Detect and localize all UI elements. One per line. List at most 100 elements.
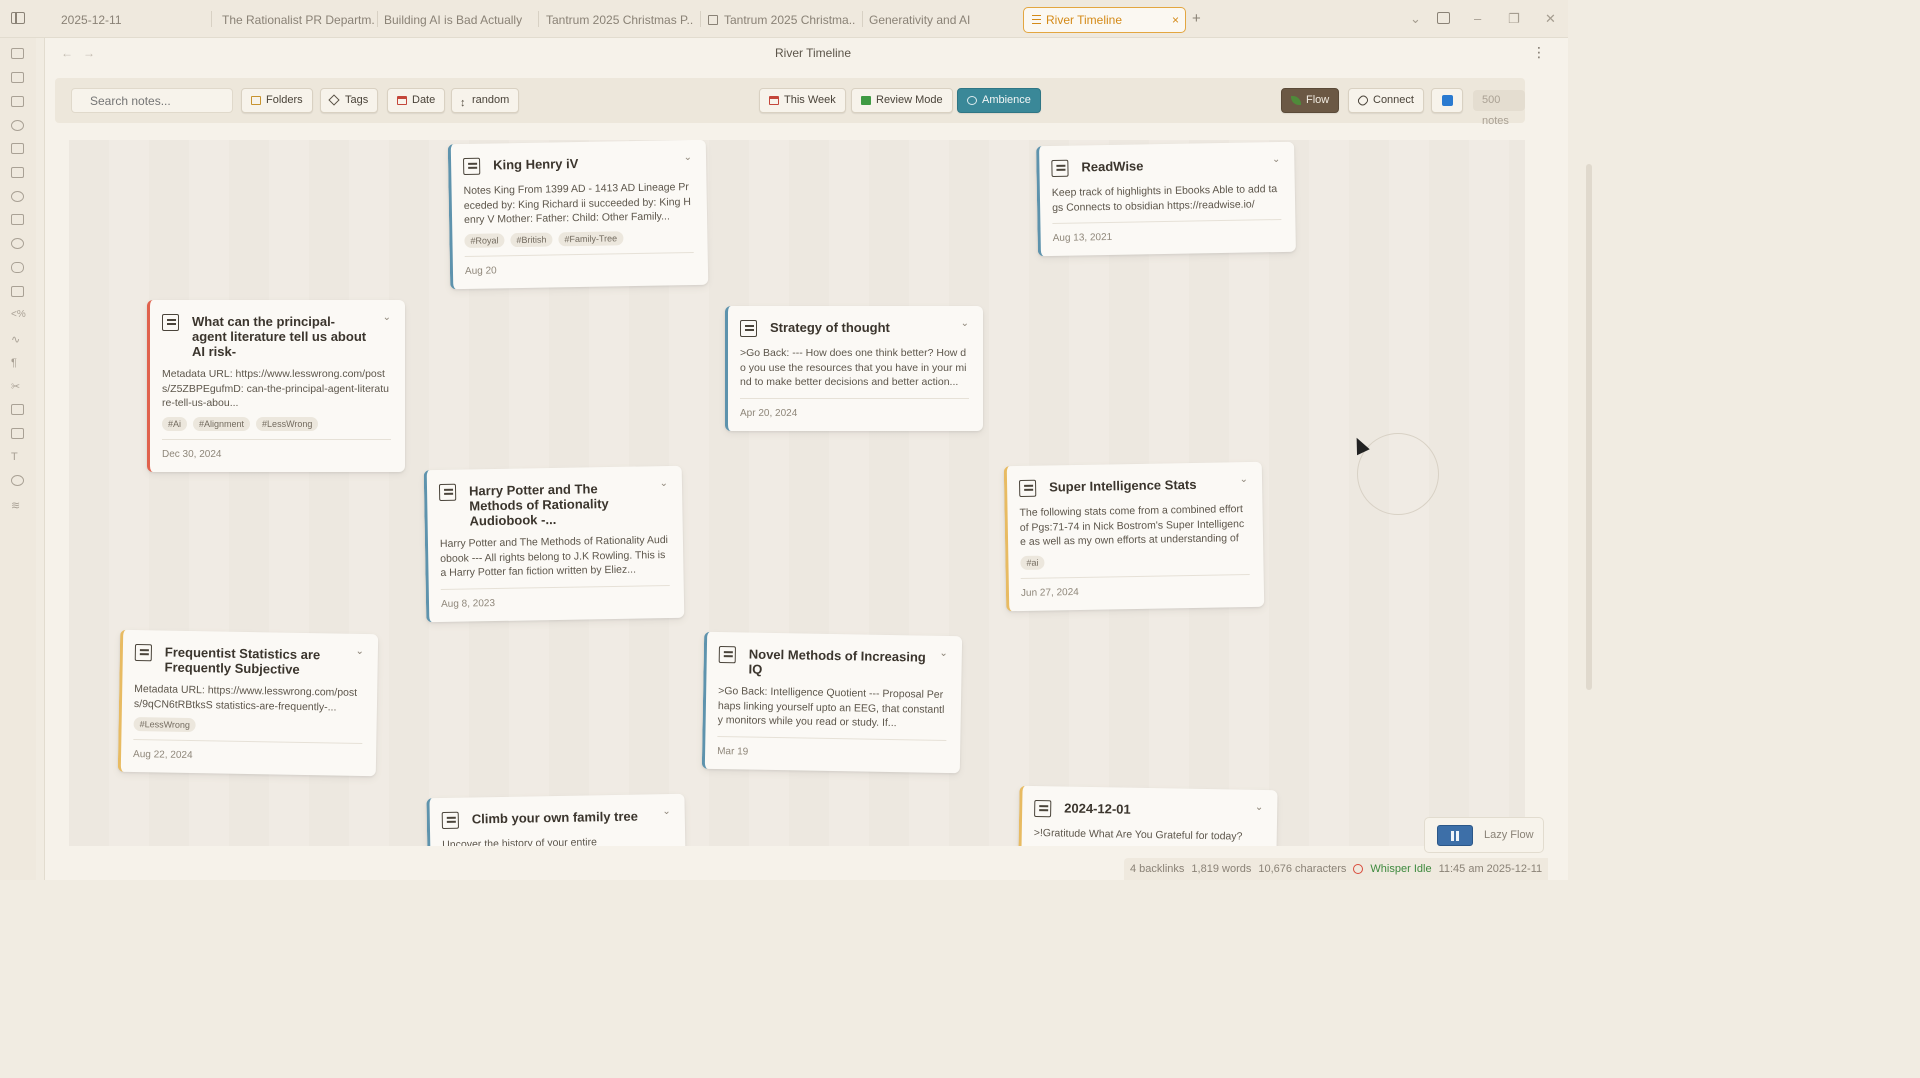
chevron-down-icon[interactable]: ⌄: [1240, 474, 1249, 485]
clock: 11:45 am 2025-12-11: [1438, 863, 1543, 875]
note-card[interactable]: Strategy of thought ⌄ >Go Back: --- How …: [725, 306, 983, 431]
canvas-icon[interactable]: [11, 143, 24, 154]
window-close-icon[interactable]: ✕: [1545, 11, 1556, 27]
note-card[interactable]: Novel Methods of Increasing IQ ⌄ >Go Bac…: [701, 631, 963, 773]
refresh-view-button[interactable]: [1431, 88, 1463, 113]
left-ribbon: <% ∿ ¶ ✂ T ≋: [0, 38, 36, 880]
river-toolbar: Folders Tags Date ↕ random This Week Rev…: [55, 78, 1525, 127]
note-card[interactable]: What can the principal-agent literature …: [147, 300, 405, 472]
pages-icon[interactable]: [11, 167, 24, 178]
tag-chip[interactable]: #LessWrong: [256, 416, 319, 431]
folder-icon: [251, 96, 261, 105]
connect-label: Connect: [1373, 94, 1414, 106]
chevron-down-icon[interactable]: ⌄: [1410, 11, 1421, 27]
random-button[interactable]: ↕ random: [451, 88, 520, 113]
menu-icon[interactable]: ≋: [11, 499, 24, 512]
tab-tantrum-christmas-p[interactable]: Tantrum 2025 Christmas P...: [546, 10, 694, 30]
this-week-button[interactable]: This Week: [759, 88, 846, 113]
pause-icon[interactable]: [1437, 825, 1473, 846]
tag-chip[interactable]: #Alignment: [193, 416, 251, 431]
image-icon[interactable]: [11, 428, 24, 439]
tag-chip[interactable]: #ai: [1020, 555, 1045, 570]
bookmarks-icon[interactable]: [11, 96, 24, 107]
chevron-down-icon[interactable]: ⌄: [961, 318, 969, 329]
record-icon[interactable]: [1353, 864, 1364, 874]
ambience-label: Ambience: [982, 94, 1031, 106]
chevron-down-icon[interactable]: ⌄: [939, 648, 948, 659]
tab-generativity-ai[interactable]: Generativity and AI: [869, 10, 1009, 30]
search-input[interactable]: [71, 88, 233, 113]
plugin-icon[interactable]: [11, 191, 24, 202]
note-card[interactable]: King Henry iV ⌄ Notes King From 1399 AD …: [447, 140, 709, 289]
whisper-status[interactable]: Whisper Idle: [1370, 863, 1431, 875]
character-count: 10,676 characters: [1258, 863, 1347, 875]
scissors-icon[interactable]: ✂: [11, 380, 24, 393]
sidebar-toggle-icon[interactable]: [11, 12, 25, 24]
text-icon[interactable]: T: [11, 451, 24, 463]
tab-separator: [862, 11, 863, 27]
card-excerpt: Keep track of highlights in Ebooks Able …: [1051, 183, 1278, 214]
chevron-down-icon[interactable]: ⌄: [1255, 802, 1264, 813]
note-icon: [134, 644, 153, 662]
note-icon: [441, 811, 459, 829]
more-options-icon[interactable]: ⋮: [1532, 44, 1546, 61]
link-icon: [1356, 93, 1370, 108]
chevron-down-icon[interactable]: ⌄: [1272, 154, 1281, 165]
date-button[interactable]: Date: [387, 88, 446, 113]
tag-chip[interactable]: #Family-Tree: [558, 230, 624, 246]
ambience-button[interactable]: Ambience: [957, 88, 1041, 113]
graph-icon[interactable]: [11, 120, 24, 131]
card-title: Climb your own family tree: [471, 808, 639, 827]
chevron-down-icon[interactable]: ⌄: [383, 312, 391, 323]
backlinks-count[interactable]: 4 backlinks: [1130, 863, 1184, 875]
review-mode-label: Review Mode: [876, 94, 943, 106]
shapes-icon[interactable]: [11, 238, 24, 249]
note-card[interactable]: Harry Potter and The Methods of Rational…: [423, 465, 685, 622]
note-card[interactable]: ReadWise ⌄ Keep track of highlights in E…: [1036, 141, 1296, 257]
note-card[interactable]: Super Intelligence Stats ⌄ The following…: [1003, 461, 1265, 612]
status-bar: 4 backlinks 1,819 words 10,676 character…: [1124, 858, 1549, 880]
note-card[interactable]: Climb your own family tree ⌄ Uncover the…: [426, 793, 686, 846]
refresh-icon[interactable]: [11, 475, 24, 486]
review-mode-button[interactable]: Review Mode: [851, 88, 953, 113]
close-icon[interactable]: ×: [1172, 8, 1179, 32]
chevron-down-icon[interactable]: ⌄: [659, 478, 668, 489]
restore-icon[interactable]: ❐: [1508, 11, 1520, 27]
microphone-icon[interactable]: [11, 262, 24, 273]
tag-chip[interactable]: #Ai: [162, 416, 188, 431]
chevron-down-icon[interactable]: ⌄: [355, 646, 364, 657]
tab-tantrum-christma[interactable]: Tantrum 2025 Christma...: [708, 10, 856, 30]
note-card[interactable]: 2024-12-01 ⌄ >!Gratitude What Are You Gr…: [1018, 785, 1278, 846]
flow-label: Flow: [1306, 94, 1330, 106]
chevron-down-icon[interactable]: ⌄: [662, 806, 671, 817]
scrollbar[interactable]: [1586, 164, 1592, 690]
edit-icon[interactable]: [11, 404, 24, 415]
tab-river-timeline[interactable]: River Timeline ×: [1023, 7, 1186, 33]
search-icon[interactable]: [11, 72, 24, 83]
tag-chip[interactable]: #LessWrong: [133, 717, 197, 733]
card-date: Aug 13, 2021: [1052, 218, 1282, 244]
files-icon[interactable]: [11, 48, 24, 59]
card-date: Aug 8, 2023: [440, 584, 671, 610]
tab-rationalist-pr[interactable]: The Rationalist PR Departm...: [222, 10, 374, 30]
split-view-icon[interactable]: [1437, 12, 1450, 24]
chevron-down-icon[interactable]: ⌄: [684, 152, 693, 163]
tab-building-ai[interactable]: Building AI is Bad Actually: [384, 10, 534, 30]
percent-icon[interactable]: <%: [11, 309, 26, 320]
tags-button[interactable]: Tags: [320, 88, 379, 113]
river-canvas[interactable]: King Henry iV ⌄ Notes King From 1399 AD …: [69, 140, 1525, 846]
note-card[interactable]: Frequentist Statistics are Frequently Su…: [117, 629, 379, 777]
minimize-icon[interactable]: –: [1474, 11, 1481, 26]
folders-button[interactable]: Folders: [241, 88, 313, 113]
activity-icon[interactable]: ∿: [11, 333, 24, 346]
tag-chip[interactable]: #Royal: [464, 232, 505, 248]
tab-2025-12-11[interactable]: 2025-12-11: [61, 10, 201, 30]
tag-chip[interactable]: #British: [510, 231, 553, 247]
flow-button[interactable]: Flow: [1281, 88, 1340, 113]
layout-icon[interactable]: [11, 286, 24, 297]
connect-button[interactable]: Connect: [1348, 88, 1424, 113]
sliders-icon[interactable]: [11, 214, 24, 225]
folders-label: Folders: [266, 94, 303, 106]
paragraph-icon[interactable]: ¶: [11, 357, 24, 369]
new-tab-button[interactable]: +: [1192, 10, 1201, 27]
